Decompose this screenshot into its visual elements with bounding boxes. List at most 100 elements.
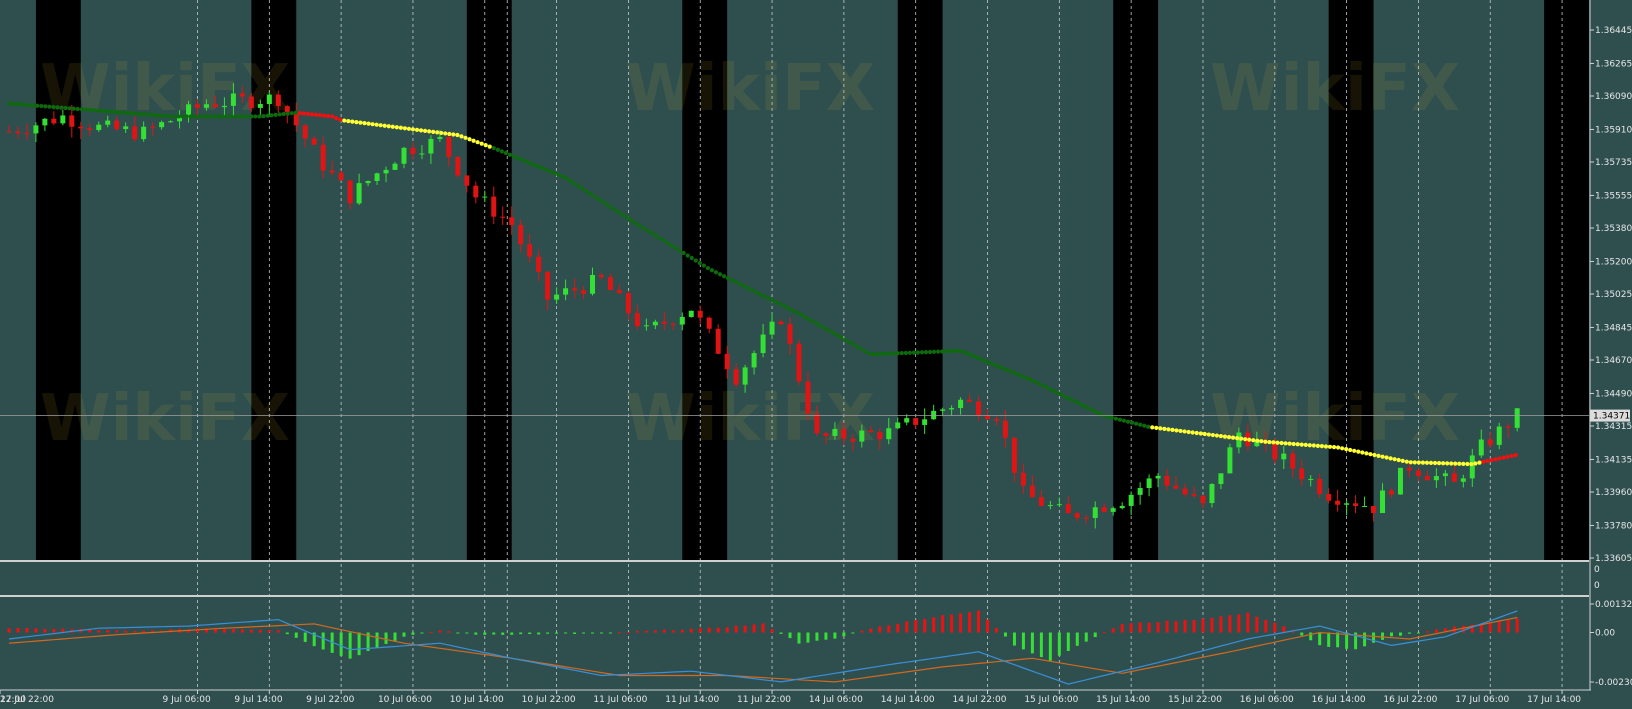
- ma-dot: [35, 103, 40, 108]
- time-tick-label: 15 Jul 14:00: [1096, 695, 1150, 705]
- ma-dot: [588, 191, 593, 197]
- histogram-bar: [806, 632, 810, 643]
- ma-dot: [1198, 431, 1203, 436]
- histogram-bar: [591, 632, 595, 634]
- ma-dot: [313, 112, 319, 117]
- candle-body: [518, 224, 524, 245]
- ma-dot: [439, 130, 444, 136]
- ma-dot: [734, 280, 739, 285]
- candle-body: [751, 353, 757, 368]
- ma-dot: [422, 128, 428, 133]
- histogram-bar: [1398, 632, 1402, 636]
- ma-dot: [1214, 433, 1219, 438]
- candle-body: [1362, 506, 1368, 508]
- ma-dot: [633, 220, 638, 225]
- histogram-bar: [276, 630, 280, 633]
- candle-body: [15, 131, 21, 134]
- ma-dot: [879, 351, 884, 357]
- ma-dot: [677, 248, 682, 253]
- ma-dot: [317, 113, 323, 118]
- histogram-bar: [465, 632, 469, 634]
- ma-dot: [6, 101, 12, 106]
- candle-body: [1371, 506, 1377, 514]
- ma-dot: [406, 126, 412, 131]
- histogram-bar: [1228, 615, 1232, 633]
- ma-dot: [996, 364, 1001, 369]
- ma-dot: [220, 114, 226, 119]
- histogram-bar: [1183, 619, 1187, 633]
- histogram-bar: [914, 619, 918, 633]
- candle-body: [356, 183, 362, 204]
- ma-dot: [705, 265, 710, 271]
- ma-dot: [136, 111, 141, 116]
- ma-dot: [839, 335, 844, 340]
- histogram-bar: [1030, 632, 1034, 654]
- ma-dot: [1513, 452, 1518, 458]
- candle-body: [473, 185, 479, 198]
- ma-dot: [1166, 427, 1171, 432]
- ma-dot: [604, 202, 609, 207]
- panel2-tick-label: 0: [1594, 581, 1600, 591]
- ma-dot: [523, 159, 529, 164]
- histogram-bar: [689, 628, 693, 633]
- candle-body: [805, 381, 811, 414]
- ma-dot: [831, 330, 836, 336]
- candle-body: [1415, 470, 1421, 477]
- ma-dot: [1065, 395, 1070, 400]
- ma-dot: [301, 111, 306, 116]
- candle-body: [401, 147, 407, 164]
- histogram-bar: [1506, 619, 1510, 633]
- ma-dot: [216, 114, 222, 119]
- ma-dot: [1057, 391, 1062, 396]
- candle-body: [1020, 472, 1026, 486]
- ma-dot: [1368, 452, 1373, 457]
- ma-dot: [540, 166, 545, 171]
- histogram-bar: [357, 632, 361, 656]
- ma-dot: [746, 286, 751, 291]
- candle-body: [1424, 476, 1430, 481]
- candle-body: [1110, 508, 1116, 512]
- candle-body: [1101, 507, 1107, 512]
- ma-dot: [891, 351, 896, 356]
- ma-dot: [1247, 437, 1252, 442]
- ma-dot: [208, 114, 214, 119]
- histogram-bar: [653, 630, 657, 633]
- time-tick-label: 16 Jul 22:00: [1383, 695, 1437, 705]
- ma-dot: [1267, 439, 1272, 445]
- histogram-bar: [1057, 632, 1061, 656]
- ma-dot: [71, 106, 76, 111]
- ma-dot: [532, 162, 537, 167]
- candle-body: [1227, 447, 1233, 474]
- ma-dot: [75, 106, 80, 112]
- price-tick-label: 1.35025: [1595, 290, 1632, 300]
- ma-dot: [774, 300, 779, 305]
- candle-body: [796, 343, 802, 382]
- candle-body: [1029, 485, 1035, 498]
- candle-body: [976, 401, 982, 416]
- ma-dot: [241, 114, 246, 119]
- ma-dot: [1004, 367, 1009, 372]
- histogram-bar: [725, 627, 729, 633]
- histogram-bar: [1255, 616, 1259, 633]
- candle-body: [545, 271, 551, 300]
- ma-dot: [1186, 429, 1191, 435]
- ma-dot: [1041, 383, 1046, 388]
- ma-dot: [1303, 442, 1308, 448]
- ma-dot: [1299, 442, 1304, 447]
- ma-dot: [685, 253, 690, 258]
- candle-body: [733, 369, 739, 385]
- histogram-bar: [375, 632, 379, 648]
- candle-body: [509, 217, 515, 225]
- ma-dot: [1259, 439, 1264, 444]
- histogram-bar: [959, 613, 963, 633]
- ma-dot: [471, 138, 476, 143]
- histogram-bar: [537, 632, 541, 635]
- histogram-bar: [429, 632, 433, 634]
- candle-body: [347, 180, 353, 204]
- candle-body: [778, 321, 784, 325]
- ma-dot: [1218, 433, 1224, 439]
- ma-dot: [1121, 418, 1127, 423]
- histogram-bar: [1515, 618, 1519, 633]
- ma-dot: [297, 111, 302, 116]
- price-chart[interactable]: WikiFX WikiFX WikiFXWikiFX WikiFX WikiFX 00 …: [0, 0, 1632, 709]
